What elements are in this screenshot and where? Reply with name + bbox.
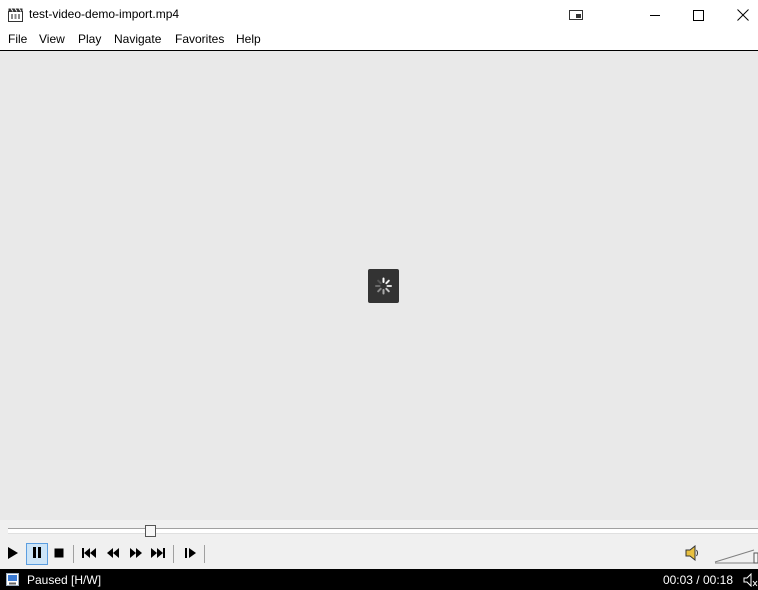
rewind-icon (107, 547, 119, 561)
play-icon (7, 546, 19, 562)
next-icon (151, 547, 165, 561)
control-bar (0, 542, 758, 569)
time-display: 00:03 / 00:18 (662, 573, 733, 587)
menu-file[interactable]: File (7, 32, 28, 46)
previous-icon (82, 547, 96, 561)
clapperboard-app-icon (8, 7, 23, 22)
seek-bar[interactable] (0, 520, 758, 542)
frame-step-button[interactable] (179, 543, 201, 565)
playback-state: Paused [H/W] (27, 573, 102, 587)
menu-favorites[interactable]: Favorites (174, 32, 225, 46)
menu-view[interactable]: View (38, 32, 66, 46)
mute-icon[interactable] (743, 572, 758, 588)
pip-button[interactable] (553, 0, 599, 30)
title-bar[interactable]: test-video-demo-import.mp4 (0, 0, 758, 30)
fast-forward-button[interactable] (125, 543, 147, 565)
window-title: test-video-demo-import.mp4 (29, 7, 180, 21)
maximize-icon (692, 9, 704, 21)
menu-bar: File View Play Navigate Favorites Help (0, 30, 758, 51)
maximize-button[interactable] (675, 0, 721, 30)
close-icon (737, 9, 749, 21)
next-button[interactable] (147, 543, 169, 565)
rewind-button[interactable] (102, 543, 124, 565)
fast-forward-icon (130, 547, 142, 561)
pause-icon (32, 547, 42, 561)
pause-button[interactable] (26, 543, 48, 565)
control-separator (73, 545, 74, 563)
hardware-decoding-icon (6, 573, 19, 586)
frame-step-icon (184, 547, 196, 561)
volume-slider[interactable] (714, 546, 758, 564)
play-button[interactable] (2, 543, 24, 565)
menu-play[interactable]: Play (77, 32, 102, 46)
seek-thumb[interactable] (145, 525, 156, 537)
previous-button[interactable] (78, 543, 100, 565)
close-button[interactable] (720, 0, 758, 30)
loading-spinner-icon (368, 269, 399, 303)
picture-in-picture-icon (569, 10, 583, 20)
minimize-icon (650, 10, 660, 20)
volume-button[interactable] (681, 543, 703, 565)
status-bar: Paused [H/W] 00:03 / 00:18 (0, 569, 758, 590)
menu-help[interactable]: Help (235, 32, 262, 46)
stop-icon (54, 547, 64, 561)
minimize-button[interactable] (632, 0, 678, 30)
volume-icon (685, 544, 699, 564)
control-separator (204, 545, 205, 563)
control-separator (173, 545, 174, 563)
stop-button[interactable] (48, 543, 70, 565)
menu-navigate[interactable]: Navigate (113, 32, 162, 46)
seek-track[interactable] (8, 528, 758, 534)
